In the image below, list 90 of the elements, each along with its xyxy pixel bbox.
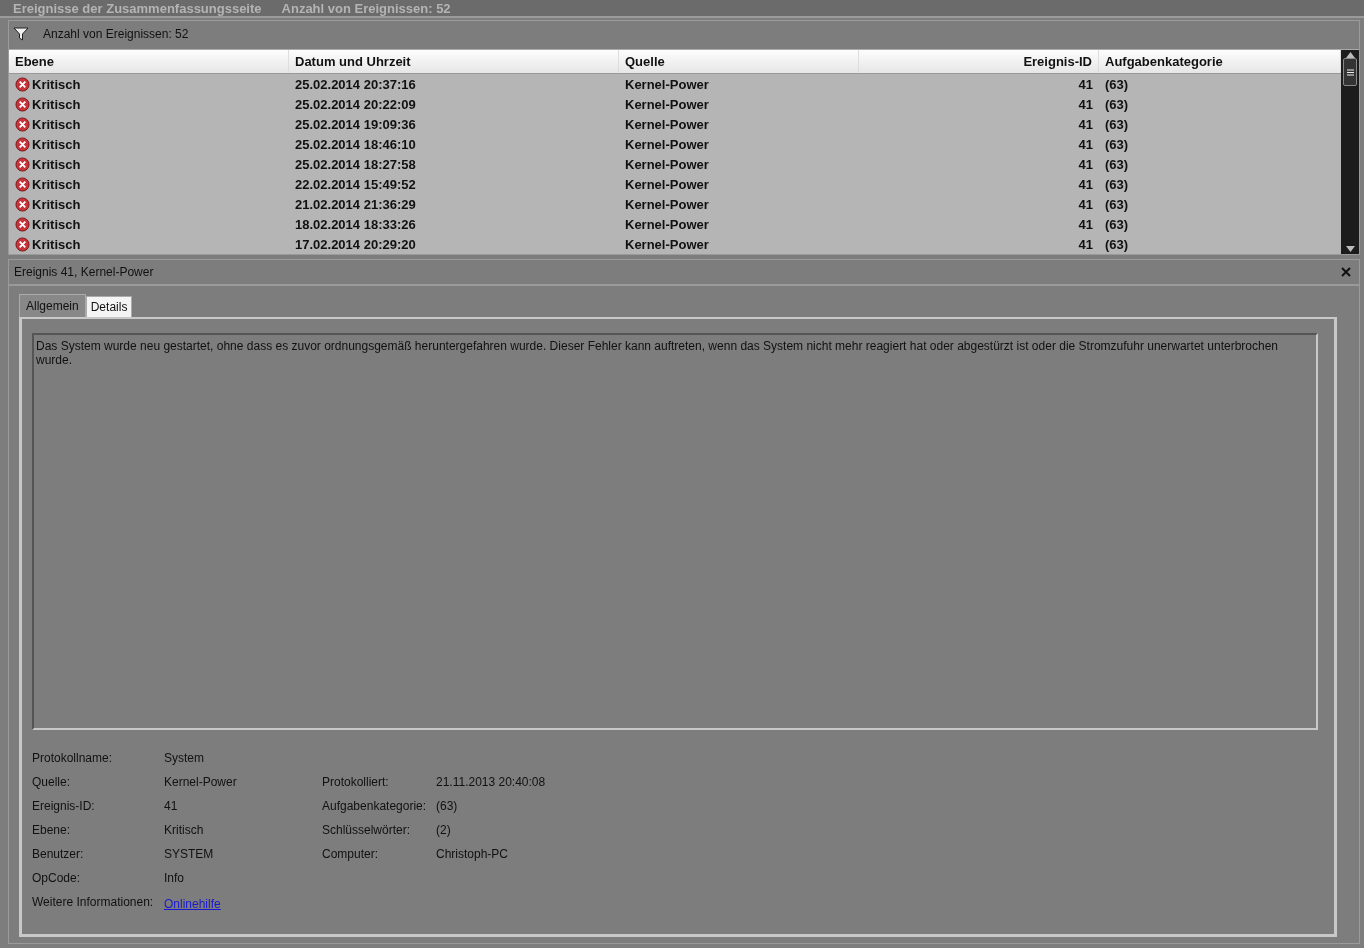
table-cell-text: (63): [1104, 195, 1130, 214]
table-cell-text: 41: [1077, 95, 1094, 114]
field-label: Ebene:: [32, 823, 72, 837]
table-cell-text: Kernel-Power: [624, 135, 710, 154]
table-cell-text: 41: [1077, 175, 1094, 194]
table-cell-text: 41: [1077, 115, 1094, 134]
field-label: Quelle:: [32, 775, 72, 789]
table-cell-text: Kernel-Power: [624, 155, 710, 174]
table-cell-text: Kernel-Power: [624, 75, 710, 94]
column-header[interactable]: Quelle: [619, 50, 859, 73]
field-value: Christoph-PC: [436, 847, 510, 861]
table-cell-text: 25.02.2014 20:37:16: [294, 75, 417, 94]
error-icon: [15, 156, 30, 172]
table-cell-text: Kernel-Power: [624, 115, 710, 134]
scrollbar[interactable]: [1341, 50, 1359, 254]
field-value: System: [164, 751, 205, 765]
table-cell-text: 18.02.2014 18:33:26: [294, 215, 417, 234]
table-cell-text: Kernel-Power: [624, 95, 710, 114]
table-cell-text: 21.02.2014 21:36:29: [294, 195, 417, 214]
table-cell-text: 41: [1077, 215, 1094, 234]
scroll-thumb[interactable]: [1343, 58, 1357, 86]
field-value: (2): [436, 823, 452, 837]
error-icon: [15, 236, 30, 252]
table-cell-text: 22.02.2014 15:49:52: [294, 175, 417, 194]
panel-title: Ereignisse der Zusammenfassungsseite: [13, 0, 262, 16]
table-cell-text: (63): [1104, 155, 1130, 174]
filter-icon[interactable]: [13, 27, 29, 41]
field-label: Ereignis-ID:: [32, 799, 96, 813]
table-cell-text: (63): [1104, 175, 1130, 194]
field-label: Computer:: [322, 847, 380, 861]
field-label: Aufgabenkategorie:: [322, 799, 428, 813]
table-cell-text: 41: [1077, 235, 1094, 254]
table-cell-text: 17.02.2014 20:29:20: [294, 235, 417, 254]
table-cell-text: (63): [1104, 75, 1130, 94]
field-value: (63): [436, 799, 459, 813]
table-cell-text: 41: [1077, 135, 1094, 154]
field-label: Benutzer:: [32, 847, 85, 861]
table-cell: Kritisch: [9, 194, 289, 214]
error-icon: [15, 136, 30, 152]
table-cell: Kritisch: [9, 134, 289, 154]
table-cell-text: 25.02.2014 18:46:10: [294, 135, 417, 154]
table-cell: Kritisch: [9, 154, 289, 174]
description-text: Das System wurde neu gestartet, ohne dass es zuvor ordnungsgemäß heruntergefahren wurde. Dieser Fehler kann auftreten, wenn das System nicht mehr reagiert hat oder abgestürzt ist oder die Stromzufuhr unerwartet unterbrochen wurde.: [32, 333, 1318, 730]
table-cell: Kritisch: [9, 74, 289, 94]
field-value: Info: [164, 871, 185, 885]
table-cell-text: 25.02.2014 20:22:09: [294, 95, 417, 114]
tab[interactable]: Details: [85, 296, 133, 317]
table-cell-text: Kernel-Power: [624, 215, 710, 234]
tab[interactable]: Allgemein: [19, 294, 86, 317]
table-cell: Kritisch: [9, 94, 289, 114]
table-cell-text: Kernel-Power: [624, 195, 710, 214]
field-label: Protokollname:: [32, 751, 114, 765]
column-header[interactable]: Ebene: [9, 50, 289, 73]
table-cell: Kritisch: [9, 214, 289, 234]
table-cell-text: 41: [1077, 195, 1094, 214]
table-cell-text: 41: [1077, 75, 1094, 94]
event-count: Anzahl von Ereignissen: 52: [281, 0, 451, 16]
field-label: Weitere Informationen:: [32, 895, 155, 909]
field-label: Protokolliert:: [322, 775, 390, 789]
error-icon: [15, 96, 30, 112]
table-cell-text: (63): [1104, 235, 1130, 254]
table-cell: Kritisch: [9, 174, 289, 194]
error-icon: [15, 196, 30, 212]
table-cell-text: 41: [1077, 155, 1094, 174]
table-cell-text: (63): [1104, 215, 1130, 234]
field-label: OpCode:: [32, 871, 82, 885]
table-cell-text: 25.02.2014 18:27:58: [294, 155, 417, 174]
field-label: Schlüsselwörter:: [322, 823, 412, 837]
table-cell-text: 25.02.2014 19:09:36: [294, 115, 417, 134]
scroll-down-icon[interactable]: [1345, 246, 1355, 252]
field-value: Kritisch: [164, 823, 205, 837]
error-icon: [15, 176, 30, 192]
column-header[interactable]: Ereignis-ID: [859, 50, 1099, 73]
field-value: Kernel-Power: [164, 775, 238, 789]
detail-title: Ereignis 41, Kernel-Power: [14, 265, 154, 279]
table-cell: Kritisch: [9, 234, 289, 254]
field-value: SYSTEM: [164, 847, 215, 861]
error-icon: [15, 116, 30, 132]
field-value: 21.11.2013 20:40:08: [436, 775, 547, 789]
event-count: Anzahl von Ereignissen: 52: [43, 27, 189, 41]
table-cell-text: (63): [1104, 115, 1130, 134]
error-icon: [15, 216, 30, 232]
table-cell-text: (63): [1104, 135, 1130, 154]
table-cell-text: Kernel-Power: [624, 235, 710, 254]
column-header[interactable]: Datum und Uhrzeit: [289, 50, 619, 73]
table-cell-text: Kernel-Power: [624, 175, 710, 194]
table-cell: Kritisch: [9, 114, 289, 134]
table-cell-text: (63): [1104, 95, 1130, 114]
error-icon: [15, 76, 30, 92]
field-value: 41: [164, 799, 179, 813]
